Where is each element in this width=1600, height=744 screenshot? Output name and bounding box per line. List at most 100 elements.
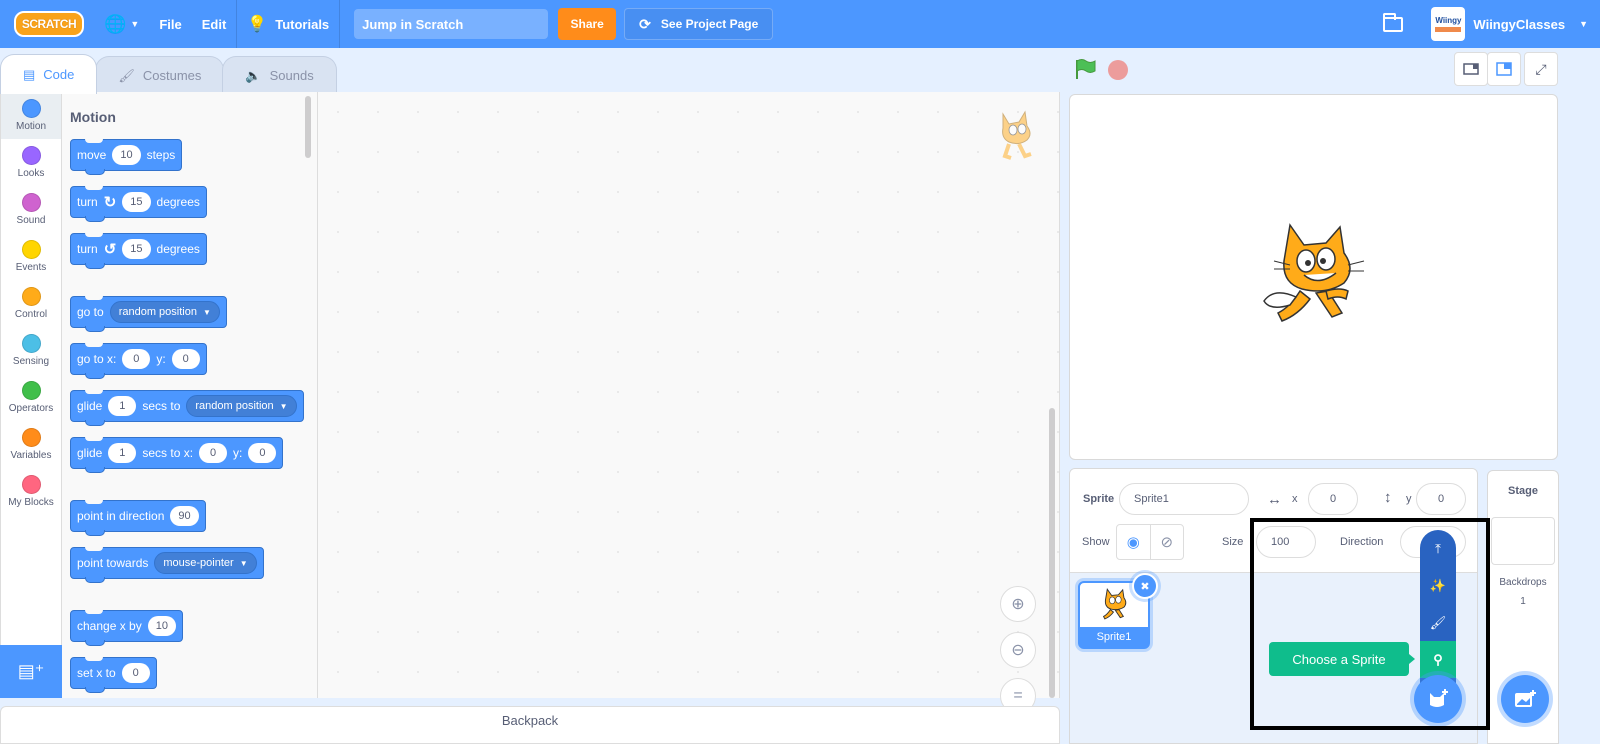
block-input[interactable]: 1 bbox=[108, 396, 137, 416]
small-stage-button[interactable] bbox=[1454, 52, 1488, 86]
category-control[interactable]: Control bbox=[1, 280, 61, 327]
block-text: y: bbox=[233, 446, 243, 460]
remix-icon: ⟳ bbox=[639, 15, 651, 32]
zoom-in-button[interactable]: ⊕ bbox=[1000, 586, 1036, 622]
stage-canvas[interactable] bbox=[1069, 94, 1558, 460]
project-title-input[interactable] bbox=[354, 9, 549, 39]
category-menu: Motion Looks Sound Events Control Sensin… bbox=[0, 92, 62, 698]
block-glide-to[interactable]: glide 1 secs to random position ▼ bbox=[70, 390, 304, 426]
delete-sprite-button[interactable]: ✖ bbox=[1132, 573, 1158, 599]
category-label: Motion bbox=[15, 121, 46, 132]
block-input[interactable]: 90 bbox=[170, 506, 199, 526]
sprite-name-input[interactable]: Sprite1 bbox=[1119, 483, 1249, 515]
add-sprite-button[interactable] bbox=[1414, 675, 1462, 723]
category-my-blocks[interactable]: My Blocks bbox=[1, 468, 61, 515]
stop-icon[interactable] bbox=[1108, 60, 1128, 80]
x-input[interactable]: 0 bbox=[1308, 483, 1358, 515]
small-stage-icon bbox=[1463, 63, 1479, 75]
block-text: glide bbox=[77, 446, 103, 460]
block-change-x[interactable]: change x by 10 bbox=[70, 610, 183, 646]
block-text: turn bbox=[77, 242, 98, 256]
category-sound[interactable]: Sound bbox=[1, 186, 61, 233]
category-events[interactable]: Events bbox=[1, 233, 61, 280]
choose-sprite-tooltip: Choose a Sprite bbox=[1269, 642, 1415, 676]
block-input[interactable]: 10 bbox=[112, 145, 141, 165]
palette-scrollbar[interactable] bbox=[305, 96, 311, 158]
block-input[interactable]: 15 bbox=[122, 192, 151, 212]
edit-menu[interactable]: Edit bbox=[192, 0, 237, 48]
block-input[interactable]: 1 bbox=[108, 443, 137, 463]
caret-down-icon: ▼ bbox=[279, 401, 288, 411]
paint-sprite-button[interactable]: 🖌 bbox=[1420, 604, 1456, 641]
block-point-in-direction[interactable]: point in direction 90 bbox=[70, 500, 206, 536]
block-input[interactable]: 0 bbox=[121, 663, 150, 683]
category-motion[interactable]: Motion bbox=[1, 92, 61, 139]
block-input[interactable]: 10 bbox=[147, 616, 176, 636]
code-workspace[interactable]: ⊕ ⊖ = bbox=[318, 92, 1060, 714]
block-input[interactable]: 0 bbox=[122, 349, 151, 369]
add-extension-button[interactable]: ▤⁺ bbox=[0, 645, 62, 698]
chevron-down-icon[interactable]: ▼ bbox=[1579, 19, 1588, 29]
block-point-towards[interactable]: point towards mouse-pointer ▼ bbox=[70, 547, 264, 583]
choose-sprite-button[interactable]: ⚲ bbox=[1420, 641, 1456, 678]
upload-sprite-button[interactable]: ⤒ bbox=[1420, 530, 1456, 567]
add-backdrop-button[interactable] bbox=[1501, 675, 1549, 723]
username[interactable]: WiingyClasses bbox=[1473, 17, 1565, 32]
show-button[interactable]: ◉ bbox=[1117, 525, 1151, 559]
cat-sprite[interactable] bbox=[1260, 221, 1370, 331]
category-dot bbox=[21, 287, 41, 306]
block-text: turn bbox=[77, 195, 98, 209]
category-label: Sound bbox=[16, 215, 46, 226]
green-flag-icon[interactable] bbox=[1074, 58, 1098, 80]
tab-code[interactable]: ▤ Code bbox=[0, 54, 98, 94]
add-extension-icon: ▤⁺ bbox=[17, 661, 45, 681]
large-stage-button[interactable] bbox=[1487, 52, 1521, 86]
visibility-toggle: ◉ ⊘ bbox=[1116, 524, 1184, 560]
block-glide-to-xy[interactable]: glide 1 secs to x: 0 y: 0 bbox=[70, 437, 284, 473]
block-text: glide bbox=[77, 399, 103, 413]
block-go-to-xy[interactable]: go to x: 0 y: 0 bbox=[70, 343, 207, 379]
caret-down-icon: ▼ bbox=[239, 558, 248, 568]
backdrops-count: 1 bbox=[1520, 596, 1526, 607]
fullscreen-button[interactable]: ⤢ bbox=[1524, 52, 1558, 86]
scratch-logo[interactable]: SCRATCH bbox=[14, 11, 84, 37]
block-input[interactable]: 0 bbox=[199, 443, 228, 463]
editor-tabs: ▤ Code 🖌 Costumes 🔈 Sounds bbox=[0, 54, 337, 94]
block-dropdown[interactable]: random position ▼ bbox=[186, 395, 297, 417]
see-project-page-button[interactable]: ⟳ See Project Page bbox=[624, 8, 774, 40]
category-label: Operators bbox=[8, 403, 54, 414]
zoom-out-button[interactable]: ⊖ bbox=[1000, 632, 1036, 668]
block-move-steps[interactable]: move 10 steps bbox=[70, 139, 183, 175]
rotate-clockwise-icon: ↻ bbox=[103, 194, 117, 211]
backpack[interactable]: Backpack bbox=[0, 706, 1060, 744]
size-input[interactable]: 100 bbox=[1256, 526, 1316, 558]
block-turn-left[interactable]: turn ↺ 15 degrees bbox=[70, 233, 207, 269]
category-operators[interactable]: Operators bbox=[1, 374, 61, 421]
folder-icon[interactable] bbox=[1383, 12, 1404, 32]
tutorials-button[interactable]: 💡 Tutorials bbox=[237, 0, 339, 48]
tab-sounds[interactable]: 🔈 Sounds bbox=[222, 56, 337, 94]
share-button[interactable]: Share bbox=[558, 8, 617, 40]
hide-button[interactable]: ⊘ bbox=[1151, 525, 1184, 559]
workspace-scrollbar[interactable] bbox=[1049, 408, 1055, 698]
block-input[interactable]: 15 bbox=[122, 239, 151, 259]
y-input[interactable]: 0 bbox=[1416, 483, 1466, 515]
avatar[interactable]: Wiingy bbox=[1431, 7, 1466, 41]
caret-down-icon: ▼ bbox=[202, 307, 211, 317]
block-input[interactable]: 0 bbox=[171, 349, 200, 369]
block-turn-right[interactable]: turn ↻ 15 degrees bbox=[70, 186, 207, 222]
block-dropdown[interactable]: random position ▼ bbox=[109, 301, 220, 323]
block-dropdown[interactable]: mouse-pointer ▼ bbox=[154, 552, 257, 574]
category-variables[interactable]: Variables bbox=[1, 421, 61, 468]
category-sensing[interactable]: Sensing bbox=[1, 327, 61, 374]
trash-icon: ✖ bbox=[1140, 580, 1150, 593]
block-go-to[interactable]: go to random position ▼ bbox=[70, 296, 227, 332]
language-menu[interactable]: 🌐 ▼ bbox=[94, 0, 149, 48]
file-menu[interactable]: File bbox=[149, 0, 191, 48]
block-input[interactable]: 0 bbox=[248, 443, 277, 463]
chevron-down-icon: ▼ bbox=[130, 19, 140, 29]
tab-costumes[interactable]: 🖌 Costumes bbox=[95, 56, 225, 94]
block-set-x[interactable]: set x to 0 bbox=[70, 657, 157, 693]
surprise-sprite-button[interactable]: ✨ bbox=[1420, 567, 1456, 604]
category-looks[interactable]: Looks bbox=[1, 139, 61, 186]
